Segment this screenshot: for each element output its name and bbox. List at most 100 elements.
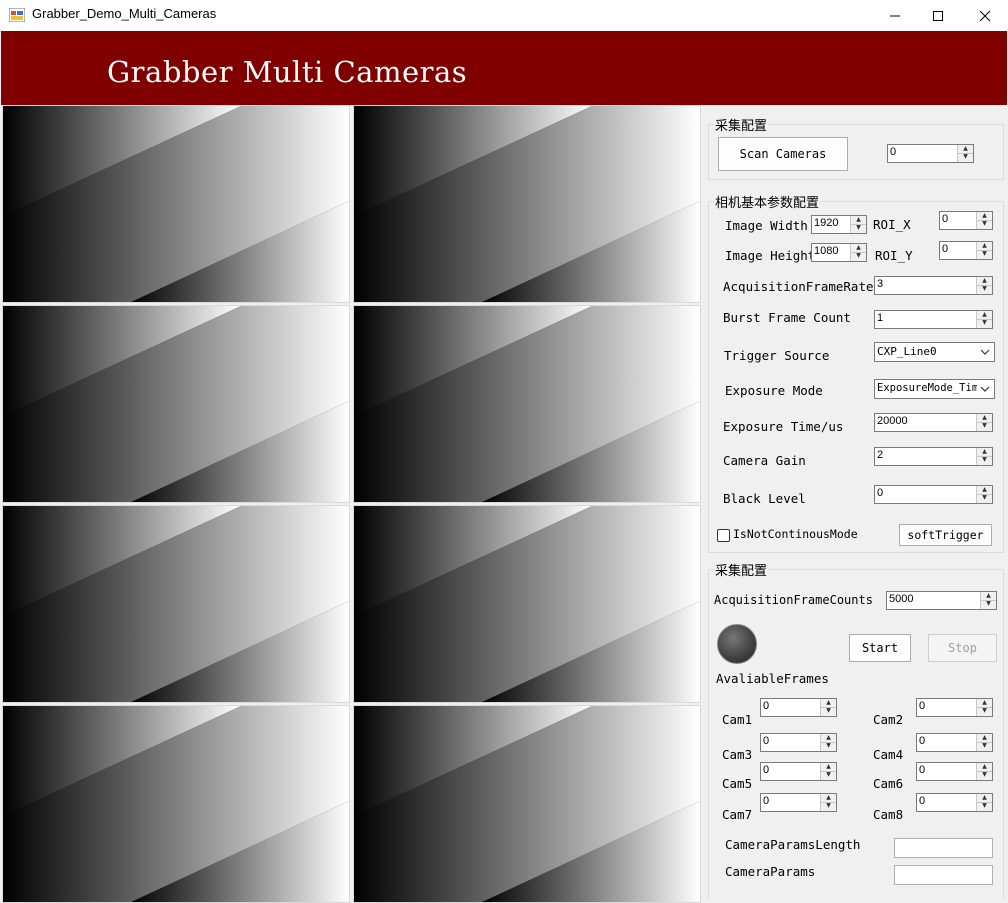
frame-counts-label: AcquisitionFrameCounts: [714, 593, 873, 607]
camera-params-field[interactable]: [894, 865, 993, 885]
spin-down-icon[interactable]: ▼: [977, 319, 992, 327]
black-level-spinner[interactable]: 0 ▲ ▼: [874, 485, 993, 504]
spin-down-icon[interactable]: ▼: [851, 224, 866, 232]
trigger-source-value: CXP_Line0: [877, 345, 937, 358]
camera-params-length-label: CameraParamsLength: [725, 837, 861, 852]
cam5-label: Cam5: [722, 776, 753, 791]
cam8-frames-spinner[interactable]: 0 ▲ ▼: [916, 793, 993, 812]
black-level-value: 0: [877, 487, 884, 499]
cam7-label: Cam7: [722, 807, 753, 822]
header-banner: Grabber Multi Cameras: [1, 31, 1007, 105]
minimize-button[interactable]: [872, 0, 918, 31]
camera-gain-label: Camera Gain: [723, 453, 806, 468]
soft-trigger-button[interactable]: softTrigger: [899, 524, 992, 546]
spin-down-icon[interactable]: ▼: [977, 742, 992, 750]
cam1-label: Cam1: [722, 712, 753, 727]
spin-down-icon[interactable]: ▼: [977, 771, 992, 779]
close-icon: [979, 10, 991, 21]
window-title: Grabber_Demo_Multi_Cameras: [32, 6, 217, 21]
spin-down-icon[interactable]: ▼: [851, 252, 866, 260]
spin-down-icon[interactable]: ▼: [977, 285, 992, 293]
cam2-frames-value: 0: [919, 700, 926, 712]
cam6-frames-spinner[interactable]: 0 ▲ ▼: [916, 762, 993, 781]
camera-image: [3, 706, 349, 902]
frame-rate-spinner[interactable]: 3 ▲ ▼: [874, 276, 993, 295]
spin-down-icon[interactable]: ▼: [821, 707, 836, 715]
cam5-frames-value: 0: [763, 764, 770, 776]
frame-counts-spinner[interactable]: 5000 ▲ ▼: [886, 591, 997, 610]
camera-view-8: [353, 705, 701, 903]
close-button[interactable]: [962, 0, 1008, 31]
status-indicator: [717, 624, 757, 664]
exposure-mode-value: ExposureMode_Timed: [877, 382, 977, 394]
cam5-frames-spinner[interactable]: 0 ▲ ▼: [760, 762, 837, 781]
camera-image: [354, 106, 700, 302]
camera-gain-value: 2: [877, 449, 884, 461]
cam2-frames-spinner[interactable]: 0 ▲ ▼: [916, 698, 993, 717]
camera-view-7: [2, 705, 350, 903]
cam4-frames-spinner[interactable]: 0 ▲ ▼: [916, 733, 993, 752]
black-level-label: Black Level: [723, 491, 806, 506]
cam2-label: Cam2: [873, 712, 904, 727]
image-width-spinner[interactable]: 1920 ▲ ▼: [811, 215, 867, 234]
camera-image: [3, 306, 349, 502]
cam3-frames-spinner[interactable]: 0 ▲ ▼: [760, 733, 837, 752]
spin-down-icon[interactable]: ▼: [821, 771, 836, 779]
image-height-label: Image Height: [725, 248, 816, 263]
not-continuous-checkbox[interactable]: [717, 529, 730, 542]
image-width-value: 1920: [814, 217, 839, 229]
not-continuous-label: IsNotContinousMode: [733, 527, 858, 541]
camera-gain-spinner[interactable]: 2 ▲ ▼: [874, 447, 993, 466]
spin-down-icon[interactable]: ▼: [977, 250, 992, 258]
camera-count-spinner[interactable]: 0 ▲ ▼: [887, 144, 974, 163]
spin-down-icon[interactable]: ▼: [977, 494, 992, 502]
burst-frame-count-spinner[interactable]: 1 ▲ ▼: [874, 310, 993, 329]
available-frames-label: AvaliableFrames: [716, 671, 829, 686]
spin-down-icon[interactable]: ▼: [977, 422, 992, 430]
roi-y-spinner[interactable]: 0 ▲ ▼: [939, 241, 993, 260]
trigger-source-select[interactable]: CXP_Line0: [874, 342, 995, 362]
spin-down-icon[interactable]: ▼: [981, 600, 996, 608]
camera-image: [3, 506, 349, 702]
spin-down-icon[interactable]: ▼: [977, 707, 992, 715]
cam7-frames-spinner[interactable]: 0 ▲ ▼: [760, 793, 837, 812]
cam6-frames-value: 0: [919, 764, 926, 776]
chevron-down-icon: [980, 349, 990, 355]
trigger-source-label: Trigger Source: [724, 348, 830, 363]
window-title-bar[interactable]: Grabber_Demo_Multi_Cameras: [0, 0, 1008, 32]
camera-view-4: [353, 305, 701, 503]
cam1-frames-spinner[interactable]: 0 ▲ ▼: [760, 698, 837, 717]
maximize-button[interactable]: [915, 0, 961, 31]
camera-image: [3, 106, 349, 302]
frame-counts-value: 5000: [889, 593, 914, 605]
spin-down-icon[interactable]: ▼: [977, 456, 992, 464]
exposure-time-value: 20000: [877, 415, 908, 427]
cam4-label: Cam4: [873, 747, 904, 762]
image-height-spinner[interactable]: 1080 ▲ ▼: [811, 243, 867, 262]
cam8-label: Cam8: [873, 807, 904, 822]
spin-down-icon[interactable]: ▼: [958, 153, 973, 161]
camera-params-length-field[interactable]: [894, 838, 993, 858]
image-height-value: 1080: [814, 245, 839, 257]
chevron-down-icon: [979, 383, 991, 395]
params-group-title: 相机基本参数配置: [714, 192, 821, 211]
scan-cameras-button[interactable]: Scan Cameras: [718, 137, 848, 171]
scan-group-title: 采集配置: [714, 115, 769, 134]
maximize-icon: [933, 10, 943, 21]
control-panel: 采集配置 Scan Cameras 0 ▲ ▼ 相机基本参数配置 Image Wi…: [703, 106, 1008, 900]
camera-image: [354, 706, 700, 902]
exposure-time-spinner[interactable]: 20000 ▲ ▼: [874, 413, 993, 432]
spin-down-icon[interactable]: ▼: [821, 802, 836, 810]
frame-rate-label: AcquisitionFrameRate: [723, 279, 874, 294]
spin-down-icon[interactable]: ▼: [821, 742, 836, 750]
spin-down-icon[interactable]: ▼: [977, 220, 992, 228]
exposure-mode-select[interactable]: ExposureMode_Timed: [874, 379, 995, 399]
spin-down-icon[interactable]: ▼: [977, 802, 992, 810]
stop-button[interactable]: Stop: [928, 634, 997, 662]
cam8-frames-value: 0: [919, 795, 926, 807]
camera-view-6: [353, 505, 701, 703]
roi-x-spinner[interactable]: 0 ▲ ▼: [939, 211, 993, 230]
cam7-frames-value: 0: [763, 795, 770, 807]
start-button[interactable]: Start: [849, 634, 911, 662]
minimize-icon: [890, 15, 900, 16]
